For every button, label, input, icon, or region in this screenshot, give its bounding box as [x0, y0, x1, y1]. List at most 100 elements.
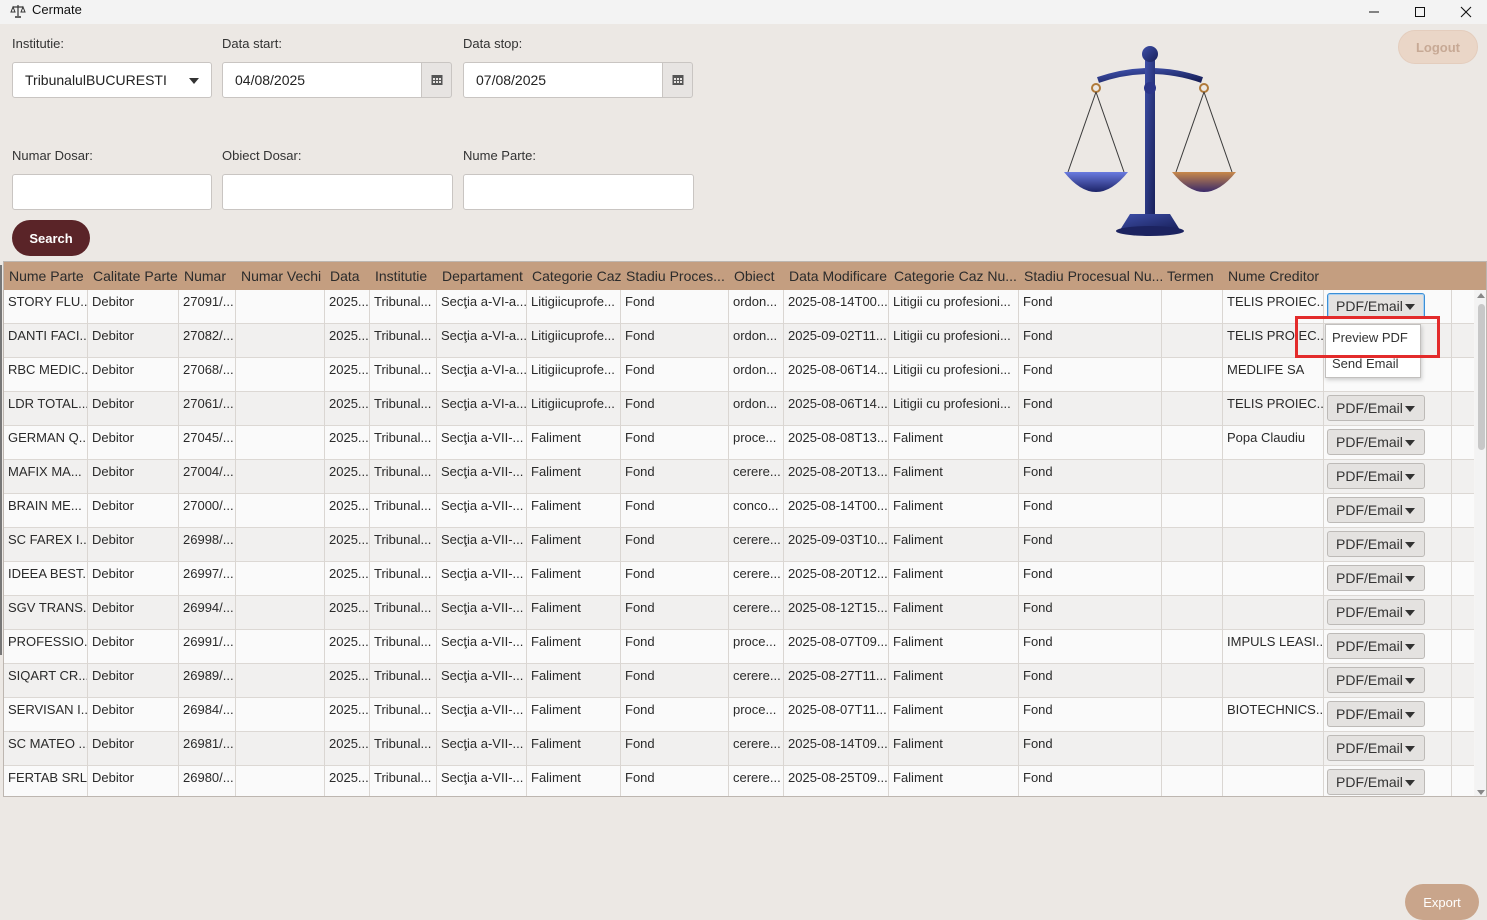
column-header-stadiu-procesual-nume[interactable]: Stadiu Procesual Nu... [1019, 262, 1162, 290]
cell-stadiu-procesual-nume: Fond [1019, 426, 1162, 460]
cell-numar: 26981/... [179, 732, 236, 766]
column-header-nume-parte[interactable]: Nume Parte [4, 262, 88, 290]
institutie-select[interactable]: TribunalulBUCURESTI [12, 62, 212, 98]
cell-numar: 26984/... [179, 698, 236, 732]
column-header-nume-creditor[interactable]: Nume Creditor [1223, 262, 1324, 290]
cell-stadiu-procesual-nume: Fond [1019, 290, 1162, 324]
cell-institutie: Tribunal... [370, 698, 437, 732]
cell-nume-parte: DANTI FACI... [4, 324, 88, 358]
close-icon [1460, 6, 1472, 18]
pdf-email-button[interactable]: PDF/Email [1327, 531, 1425, 557]
column-header-data[interactable]: Data [325, 262, 370, 290]
table-row[interactable]: SC MATEO ... Debitor 26981/... 2025... Tribu… [4, 732, 1474, 766]
pdf-email-button[interactable]: PDF/Email [1327, 497, 1425, 523]
cell-stadiu-procesual-nume: Fond [1019, 358, 1162, 392]
data-stop-value: 07/08/2025 [476, 72, 547, 88]
table-row[interactable]: LDR TOTAL... Debitor 27061/... 2025... Tribu… [4, 392, 1474, 426]
scales-logo [1064, 46, 1236, 236]
cell-departament: Secţia a-VII-... [437, 460, 527, 494]
pdf-email-button[interactable]: PDF/Email [1327, 429, 1425, 455]
pdf-email-button[interactable]: PDF/Email [1327, 565, 1425, 591]
column-header-numar[interactable]: Numar [179, 262, 236, 290]
cell-departament: Secţia a-VI-a... [437, 324, 527, 358]
export-button[interactable]: Export [1405, 884, 1479, 920]
numar-dosar-label: Numar Dosar: [12, 148, 93, 163]
cell-actions: PDF/Email [1324, 732, 1452, 766]
numar-dosar-input[interactable] [12, 174, 212, 210]
cell-departament: Secţia a-VII-... [437, 426, 527, 460]
cell-obiect: ordon... [729, 358, 784, 392]
minimize-button[interactable] [1351, 0, 1397, 24]
column-header-categorie-caz[interactable]: Categorie Caz [527, 262, 621, 290]
pdf-email-button[interactable]: PDF/Email [1327, 735, 1425, 761]
cell-data: 2025... [325, 494, 370, 528]
cell-calitate-parte: Debitor [88, 324, 179, 358]
pdf-email-button[interactable]: PDF/Email [1327, 701, 1425, 727]
scroll-down-icon[interactable] [1477, 790, 1485, 795]
cell-stadiu-procesual: Fond [621, 562, 729, 596]
scroll-up-icon[interactable] [1477, 293, 1485, 298]
data-start-input[interactable]: 04/08/2025 [222, 62, 422, 98]
cell-institutie: Tribunal... [370, 562, 437, 596]
table-row[interactable]: SGV TRANS... Debitor 26994/... 2025... Tribu… [4, 596, 1474, 630]
column-header-data-modificare[interactable]: Data Modificare [784, 262, 889, 290]
maximize-button[interactable] [1397, 0, 1443, 24]
column-header-departament[interactable]: Departament [437, 262, 527, 290]
close-button[interactable] [1443, 0, 1487, 24]
column-header-categorie-caz-nume[interactable]: Categorie Caz Nu... [889, 262, 1019, 290]
table-row[interactable]: IDEEA BEST... Debitor 26997/... 2025... Trib… [4, 562, 1474, 596]
table-row[interactable]: PROFESSIO... Debitor 26991/... 2025... Tribu… [4, 630, 1474, 664]
column-header-institutie[interactable]: Institutie [370, 262, 437, 290]
column-header-numar-vechi[interactable]: Numar Vechi [236, 262, 325, 290]
table-row[interactable]: SIQART CR... Debitor 26989/... 2025... Tribu… [4, 664, 1474, 698]
table-row[interactable]: STORY FLU... Debitor 27091/... 2025... Tribu… [4, 290, 1474, 324]
pdf-email-button[interactable]: PDF/Email [1327, 463, 1425, 489]
data-stop-input[interactable]: 07/08/2025 [463, 62, 663, 98]
cell-termen [1162, 460, 1223, 494]
table-row[interactable]: BRAIN ME... Debitor 27000/... 2025... Tribun… [4, 494, 1474, 528]
scrollbar-thumb[interactable] [1478, 304, 1485, 450]
cell-departament: Secţia a-VI-a... [437, 290, 527, 324]
cell-categorie-caz: Faliment [527, 528, 621, 562]
nume-parte-input[interactable] [463, 174, 694, 210]
column-header-termen[interactable]: Termen [1162, 262, 1223, 290]
cell-data-modificare: 2025-08-14T00... [784, 494, 889, 528]
cell-termen [1162, 528, 1223, 562]
table-row[interactable]: GERMAN Q... Debitor 27045/... 2025... Tribun… [4, 426, 1474, 460]
table-row[interactable]: DANTI FACI... Debitor 27082/... 2025... Trib… [4, 324, 1474, 358]
cell-nume-parte: SC MATEO ... [4, 732, 88, 766]
logout-button[interactable]: Logout [1398, 30, 1478, 64]
cell-termen [1162, 290, 1223, 324]
cell-data-modificare: 2025-08-20T12... [784, 562, 889, 596]
cell-calitate-parte: Debitor [88, 426, 179, 460]
pdf-email-button[interactable]: PDF/Email [1327, 599, 1425, 625]
column-header-obiect[interactable]: Obiect [729, 262, 784, 290]
table-row[interactable]: SC FAREX I... Debitor 26998/... 2025... Trib… [4, 528, 1474, 562]
vertical-scrollbar[interactable] [1475, 290, 1486, 796]
chevron-down-icon [1405, 304, 1415, 310]
table-row[interactable]: RBC MEDIC... Debitor 27068/... 2025... Tribu… [4, 358, 1474, 392]
cell-data-modificare: 2025-09-03T10... [784, 528, 889, 562]
pdf-email-button[interactable]: PDF/Email [1327, 667, 1425, 693]
obiect-dosar-input[interactable] [222, 174, 453, 210]
data-start-calendar-button[interactable] [421, 62, 452, 98]
search-button[interactable]: Search [12, 220, 90, 256]
pdf-email-button[interactable]: PDF/Email [1327, 633, 1425, 659]
table-row[interactable]: FERTAB SRL Debitor 26980/... 2025... Tribuna… [4, 766, 1474, 796]
cell-calitate-parte: Debitor [88, 766, 179, 796]
cell-numar-vechi [236, 698, 325, 732]
table-row[interactable]: MAFIX MA... Debitor 27004/... 2025... Tribun… [4, 460, 1474, 494]
cell-stadiu-procesual-nume: Fond [1019, 324, 1162, 358]
cell-termen [1162, 664, 1223, 698]
pdf-email-button[interactable]: PDF/Email [1327, 769, 1425, 795]
cell-nume-creditor [1223, 460, 1324, 494]
column-header-stadiu-procesual[interactable]: Stadiu Proces... [621, 262, 729, 290]
cell-data-modificare: 2025-08-20T13... [784, 460, 889, 494]
column-header-calitate-parte[interactable]: Calitate Parte [88, 262, 179, 290]
pdf-email-button[interactable]: PDF/Email [1327, 395, 1425, 421]
cell-stadiu-procesual-nume: Fond [1019, 698, 1162, 732]
table-row[interactable]: SERVISAN I... Debitor 26984/... 2025... Trib… [4, 698, 1474, 732]
cell-numar-vechi [236, 290, 325, 324]
data-stop-calendar-button[interactable] [662, 62, 693, 98]
cell-obiect: ordon... [729, 392, 784, 426]
